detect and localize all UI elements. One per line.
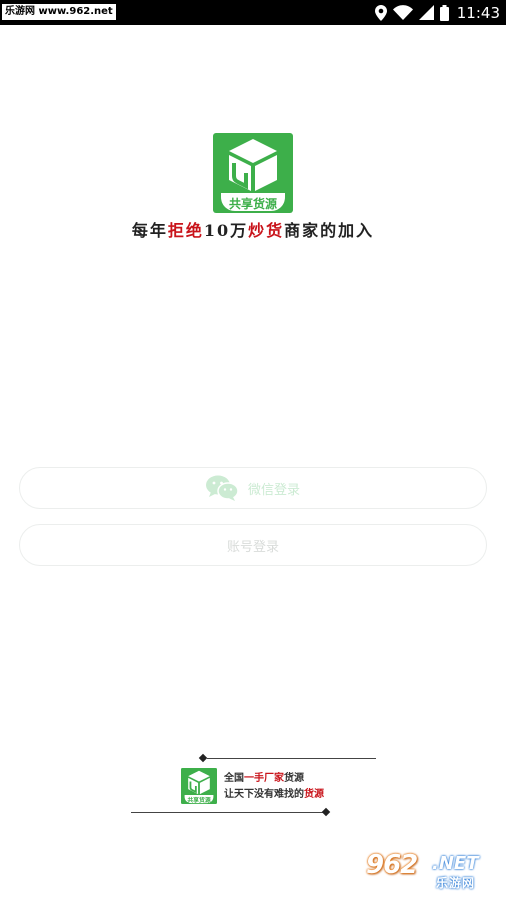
wechat-login-button[interactable]: 微信登录 [19,467,487,509]
tagline-highlight: 炒货 [248,221,285,240]
footer-diamond [321,807,331,817]
footer-text-part: 让天下没有难找的 [224,789,304,800]
corner-watermark: 962 .NET 乐游网 [366,850,498,890]
battery-icon [439,4,449,21]
footer-text-part: 全国 [224,773,244,784]
corner-watermark-number: 962 [366,850,418,880]
status-icons: 11:43 [374,0,500,25]
tagline-highlight: 拒绝 [167,221,204,240]
signal-icon [418,5,434,20]
footer-divider-bottom [131,812,324,813]
tagline: 每年拒绝10万炒货商家的加入 [0,217,506,241]
clock: 11:43 [456,3,500,22]
corner-watermark-net: .NET [432,853,479,874]
wifi-icon [392,5,413,20]
status-bar: 乐游网 www.962.net 11:43 [0,0,506,25]
wechat-login-label: 微信登录 [247,482,300,498]
footer-text-highlight: 货源 [304,789,324,800]
location-icon [374,4,387,21]
account-login-button[interactable]: 账号登录 [19,524,487,566]
footer-slogan-line2: 让天下没有难找的货源 [224,788,324,801]
footer-diamond [198,753,208,763]
corner-watermark-sub: 乐游网 [436,876,476,890]
footer-slogan-line1: 全国一手厂家货源 [224,772,304,785]
footer-divider-top [207,758,376,759]
footer-text-part: 货源 [284,773,304,784]
wechat-icon [205,475,238,501]
site-watermark: 乐游网 www.962.net [2,4,116,20]
footer-text-highlight: 一手厂家 [244,773,284,784]
tagline-part: 每年 [131,221,168,240]
logo-text: 共享货源 [229,196,277,211]
tagline-part: 10万 [203,221,249,240]
tagline-part: 商家的加入 [284,221,375,240]
account-login-label: 账号登录 [226,539,279,555]
footer-logo: 共享货源 [181,768,217,804]
app-logo: 共享货源 [213,133,293,213]
